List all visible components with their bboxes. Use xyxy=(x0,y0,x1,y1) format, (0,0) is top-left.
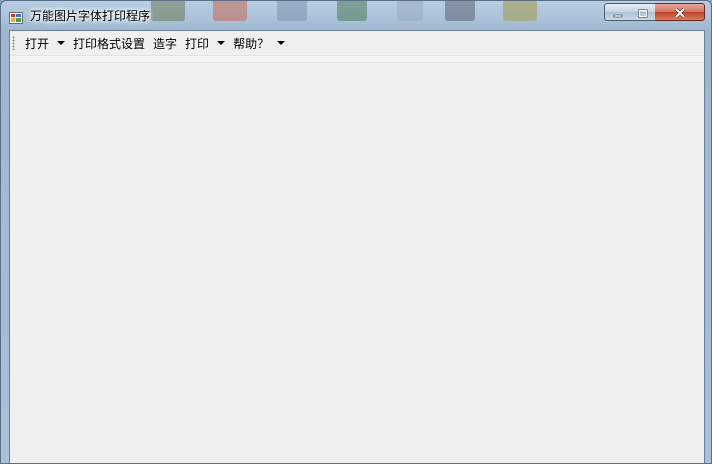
menu-grip-icon[interactable] xyxy=(12,36,15,50)
menu-print[interactable]: 打印 xyxy=(181,33,229,53)
application-icon[interactable] xyxy=(9,9,23,24)
client-area: 打开 打印格式设置 造字 打印 帮助？ xyxy=(9,30,705,463)
maximize-icon xyxy=(637,3,648,22)
menu-bar: 打开 打印格式设置 造字 打印 帮助？ xyxy=(10,31,704,55)
menu-print-format-settings-label: 打印格式设置 xyxy=(73,36,146,51)
menu-create-character[interactable]: 造字 xyxy=(149,33,181,53)
close-icon xyxy=(674,3,686,22)
close-button[interactable] xyxy=(655,3,705,21)
window-title: 万能图片字体打印程序 xyxy=(30,9,151,23)
menu-print-format-settings[interactable]: 打印格式设置 xyxy=(69,33,149,53)
dropdown-arrow-icon[interactable] xyxy=(277,41,286,45)
menu-open[interactable]: 打开 xyxy=(21,33,69,53)
menu-help[interactable]: 帮助？ xyxy=(229,33,289,53)
app-window: 万能图片字体打印程序 打开 打印格式设置 造字 打印 帮助？ xyxy=(0,0,712,464)
menu-print-label: 打印 xyxy=(185,36,210,51)
minimize-icon xyxy=(613,3,623,22)
minimize-button[interactable] xyxy=(604,3,631,21)
work-area[interactable] xyxy=(10,63,704,463)
title-bar[interactable]: 万能图片字体打印程序 xyxy=(1,1,711,29)
toolbar-separator xyxy=(10,55,704,63)
menu-help-label: 帮助？ xyxy=(233,36,270,51)
maximize-button[interactable] xyxy=(630,3,656,21)
menu-open-label: 打开 xyxy=(25,36,50,51)
menu-create-character-label: 造字 xyxy=(153,36,178,51)
dropdown-arrow-icon[interactable] xyxy=(217,41,226,45)
dropdown-arrow-icon[interactable] xyxy=(57,41,66,45)
